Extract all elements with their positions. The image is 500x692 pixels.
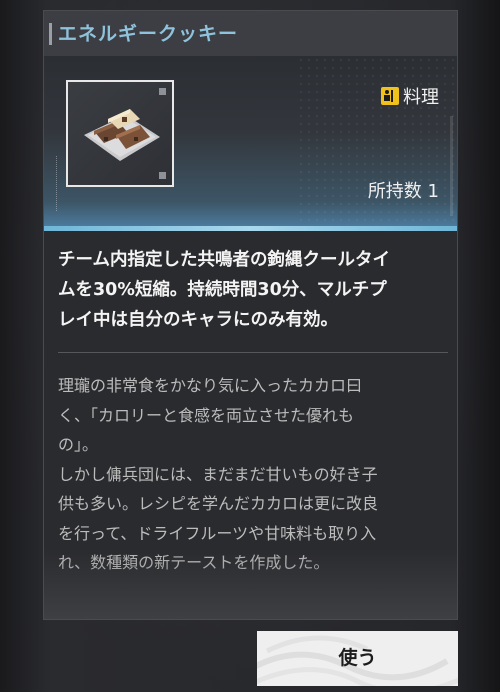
item-effect-text: チーム内指定した共鳴者の鉤縄クールタイ ムを30%短縮。持続時間30分、マルチプ… xyxy=(58,250,390,330)
header-accent-line xyxy=(44,226,457,231)
energy-cookie-icon xyxy=(84,109,160,161)
owned-count: 所持数 1 xyxy=(367,181,439,202)
frame-corner-decoration xyxy=(159,88,166,95)
title-bar: エネルギークッキー xyxy=(44,11,457,57)
cooking-icon xyxy=(381,87,399,105)
panel-bottom-fade xyxy=(44,549,457,619)
item-description-text: 理瓏の非常食をかなり気に入ったカカロ曰 く、「カロリーと食感を両立させた優れも … xyxy=(58,376,379,572)
item-image-frame xyxy=(66,80,174,187)
header-decoration xyxy=(450,116,453,216)
frame-side-decoration xyxy=(56,156,58,211)
item-detail-panel: エネルギークッキー 料理 所持数 1 チーム内指定した共鳴者の鉤縄クールタイ ム… xyxy=(43,10,458,620)
item-category: 料理 xyxy=(381,84,439,108)
category-label: 料理 xyxy=(403,87,439,108)
use-button-label: 使う xyxy=(338,647,377,669)
section-divider xyxy=(58,352,448,353)
use-button[interactable]: 使う xyxy=(257,631,458,686)
item-title: エネルギークッキー xyxy=(58,23,239,45)
frame-corner-decoration xyxy=(159,172,166,179)
title-marker xyxy=(49,23,52,45)
